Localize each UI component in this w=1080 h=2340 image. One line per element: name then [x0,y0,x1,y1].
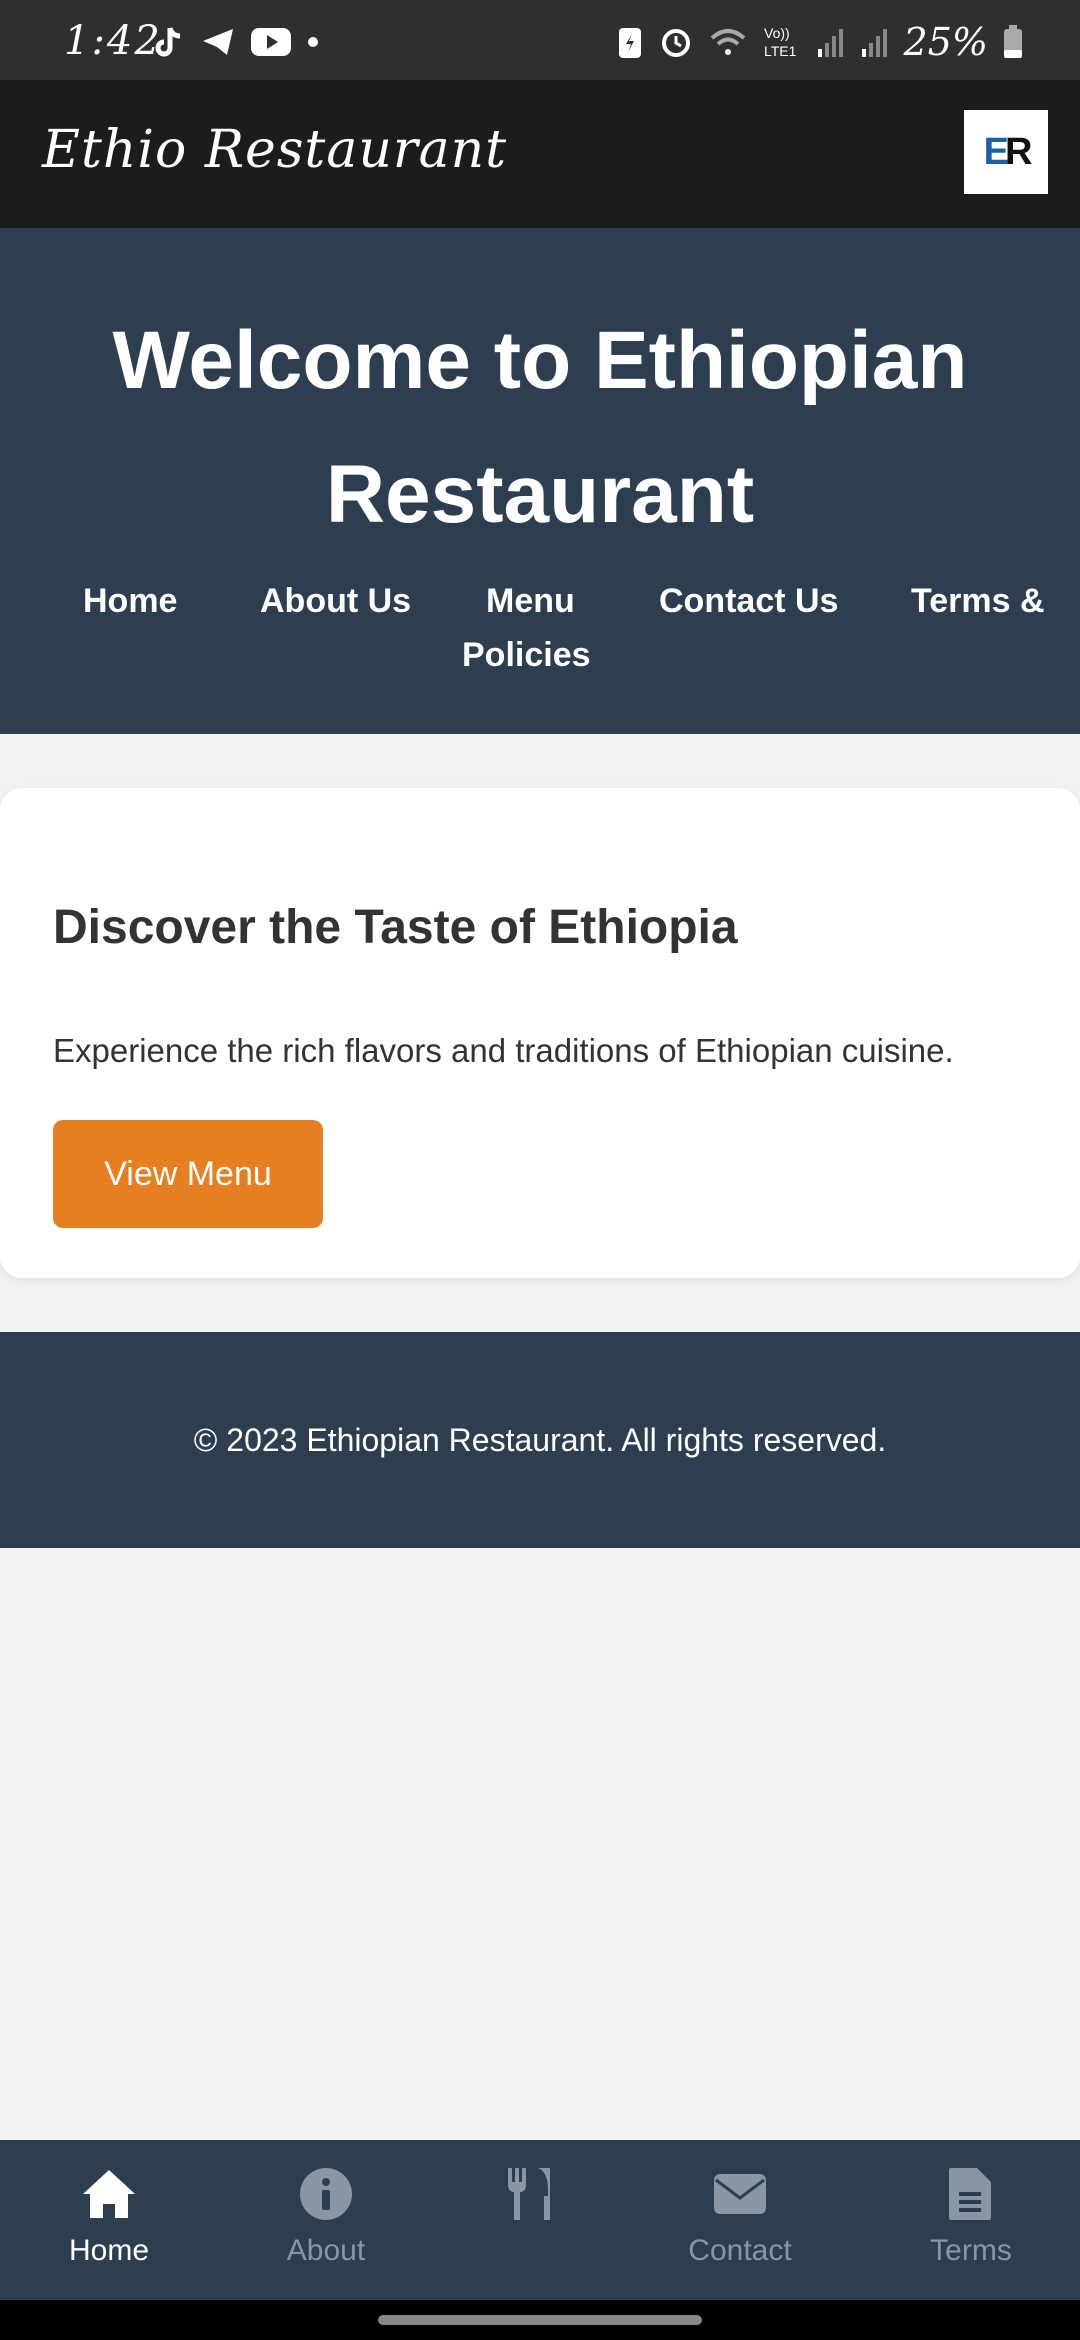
bottom-nav-contact[interactable]: Contact [650,2166,830,2268]
bottom-nav-about-label: About [286,2234,366,2267]
nav-about-us[interactable]: About Us [260,574,411,628]
logo-letter-r: R [1004,130,1033,173]
logo-letter-e: E [983,130,1009,173]
svg-text:Vo)): Vo)) [764,25,790,41]
nav-menu[interactable]: Menu [486,574,575,628]
status-time: 1:42 [64,18,162,64]
hero-section: Welcome to Ethiopian Restaurant Home Abo… [0,228,1080,734]
bottom-nav-terms[interactable]: Terms [881,2166,1061,2268]
bottom-nav-home-label: Home [68,2234,150,2267]
signal-icon [817,29,843,57]
hero-title: Welcome to Ethiopian Restaurant [112,315,968,540]
signal-2-icon [861,29,887,57]
card-title: Discover the Taste of Ethiopia [53,901,738,954]
nav-contact-us[interactable]: Contact Us [659,574,838,628]
utensils-icon [508,2168,550,2220]
document-icon [949,2168,991,2220]
battery-percent: 25% [903,20,988,64]
battery-icon [1004,25,1022,58]
bottom-nav-menu[interactable] [438,2166,618,2234]
home-icon [83,2170,135,2218]
logo[interactable]: ER [964,110,1048,194]
brand-title[interactable]: Ethio Restaurant [42,120,507,180]
status-right-icons: Vo)) LTE1 25% [616,20,1024,64]
card-text: Experience the rich flavors and traditio… [53,1032,954,1069]
alarm-icon [661,29,690,57]
nav-home[interactable]: Home [83,574,177,628]
discover-card: Discover the Taste of Ethiopia Experienc… [0,788,1080,1278]
status-left-icons [150,24,320,60]
status-bar: 1:42 Vo)) LTE1 25% [0,0,1080,80]
dot-icon [308,37,318,47]
gesture-area [0,2300,1080,2340]
bottom-nav-terms-label: Terms [930,2234,1012,2267]
nav-policies[interactable]: Policies [462,628,591,682]
app-bar: Ethio Restaurant ER [0,80,1080,228]
bottom-nav: Home About Contact Terms [0,2140,1080,2300]
wifi-icon [710,29,745,55]
view-menu-button[interactable]: View Menu [53,1120,323,1228]
gesture-handle[interactable] [378,2315,702,2325]
volte-icon: Vo)) LTE1 [764,25,797,59]
svg-text:LTE1: LTE1 [764,43,797,59]
tiktok-icon [155,27,181,57]
battery-saver-icon [618,28,641,58]
footer: © 2023 Ethiopian Restaurant. All rights … [0,1332,1080,1548]
envelope-icon [714,2174,766,2214]
youtube-icon [251,28,291,56]
telegram-icon [203,29,233,55]
nav-terms[interactable]: Terms & [911,574,1045,628]
bottom-nav-home[interactable]: Home [19,2166,199,2268]
bottom-nav-about[interactable]: About [236,2166,416,2268]
bottom-nav-contact-label: Contact [688,2234,792,2267]
footer-copyright: © 2023 Ethiopian Restaurant. All rights … [193,1421,887,1458]
info-icon [300,2168,352,2220]
